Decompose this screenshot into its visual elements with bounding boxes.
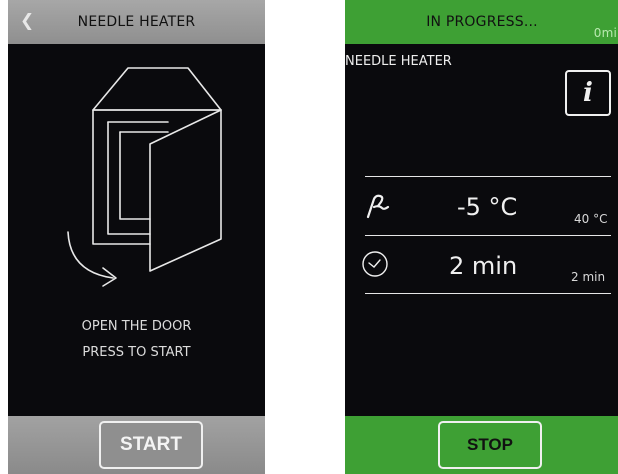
divider xyxy=(365,176,611,177)
instruction-line-2: PRESS TO START xyxy=(82,345,191,360)
time-setpoint: 2 min xyxy=(571,270,606,284)
needle-icon xyxy=(366,194,390,219)
program-title: NEEDLE HEATER xyxy=(345,54,452,69)
status-text: IN PROGRESS... xyxy=(426,14,538,30)
right-screen: IN PROGRESS... 0mi NEEDLE HEATER i -5 °C… xyxy=(345,0,618,474)
left-screen: ❮ NEEDLE HEATER OPEN THE DOOR PRESS TO S… xyxy=(8,0,265,474)
open-door-illustration xyxy=(67,67,222,287)
back-icon[interactable]: ❮ xyxy=(20,11,34,31)
start-button[interactable]: START xyxy=(99,421,203,469)
divider xyxy=(365,293,611,294)
temperature-setpoint: 40 °C xyxy=(574,212,608,226)
elapsed-time: 0mi xyxy=(593,26,617,40)
page-title: NEEDLE HEATER xyxy=(77,14,196,30)
clock-icon xyxy=(362,251,388,277)
instruction-line-1: OPEN THE DOOR xyxy=(81,319,192,334)
top-bar: ❮ NEEDLE HEATER xyxy=(8,0,265,44)
temperature-current: -5 °C xyxy=(457,193,518,221)
status-bar: IN PROGRESS... 0mi xyxy=(345,0,618,44)
info-icon: i xyxy=(583,78,593,108)
time-current: 2 min xyxy=(449,252,518,280)
stop-button[interactable]: STOP xyxy=(438,421,542,469)
info-button[interactable]: i xyxy=(565,70,611,116)
divider xyxy=(365,235,611,236)
